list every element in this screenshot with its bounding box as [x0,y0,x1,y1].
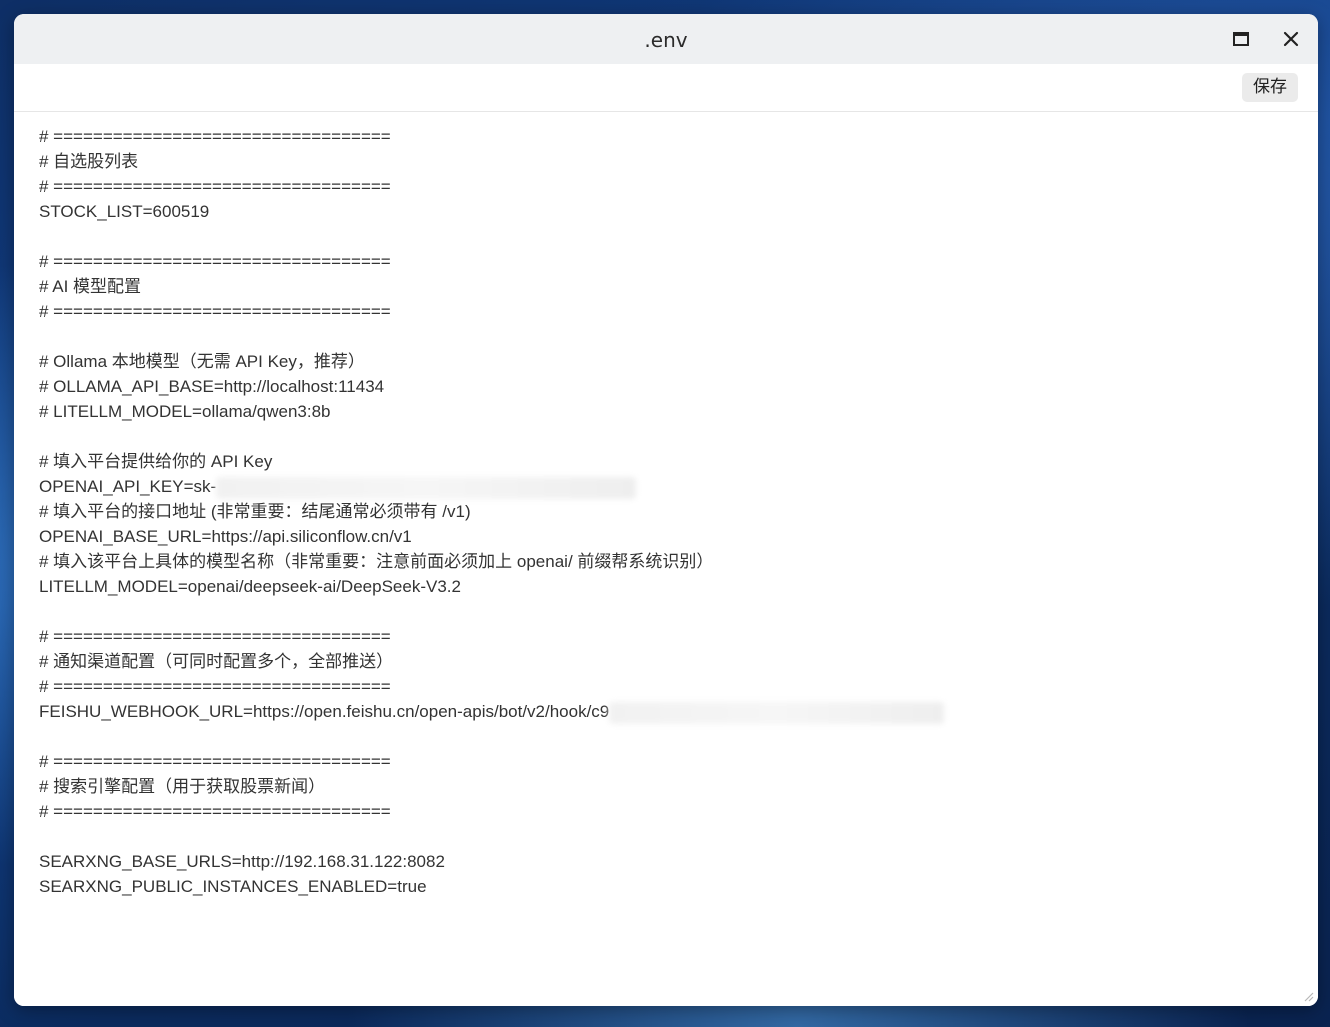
redacted-api-key [216,476,637,499]
webhook-text: FEISHU_WEBHOOK_URL=https://open.feishu.c… [39,702,610,721]
close-icon [1283,31,1299,47]
editor-line: # OLLAMA_API_BASE=http://localhost:11434 [39,377,385,396]
resize-grip-icon[interactable] [1302,990,1314,1002]
api-key-text: OPENAI_API_KEY=sk- [39,477,217,496]
editor-line: # 填入平台的接口地址 (非常重要：结尾通常必须带有 /v1) [39,502,471,521]
editor-line: # 自选股列表 [39,152,139,171]
editor-line: # ================================== [39,677,391,696]
editor-line: STOCK_LIST=600519 [39,202,210,221]
editor-line: # ================================== [39,627,391,646]
editor-line: # ================================== [39,802,391,821]
desktop-background: .env 保存 # ==============================… [0,0,1330,1027]
toolbar: 保存 [14,64,1318,112]
editor-line: # 搜索引擎配置（用于获取股票新闻） [39,777,326,796]
editor-line: # LITELLM_MODEL=ollama/qwen3:8b [39,402,331,421]
editor-line: LITELLM_MODEL=openai/deepseek-ai/DeepSee… [39,577,461,596]
editor-line: # AI 模型配置 [39,277,142,296]
editor-line: # ================================== [39,177,391,196]
editor-line: # Ollama 本地模型（无需 API Key，推荐） [39,352,365,371]
text-editor[interactable]: # ================================== # 自… [14,112,1318,1006]
editor-line: # ================================== [39,252,391,271]
env-editor-window: .env 保存 # ==============================… [14,14,1318,1006]
api-key-line: OPENAI_API_KEY=sk- [39,474,1299,499]
editor-line: # 填入平台提供给你的 API Key [39,452,273,471]
editor-line: # 填入该平台上具体的模型名称（非常重要：注意前面必须加上 openai/ 前缀… [39,552,714,571]
editor-line: # ================================== [39,127,391,146]
redacted-webhook-token [609,701,945,724]
editor-content[interactable]: # ================================== # 自… [39,124,1299,899]
webhook-line: FEISHU_WEBHOOK_URL=https://open.feishu.c… [39,699,1299,724]
editor-line: SEARXNG_BASE_URLS=http://192.168.31.122:… [39,852,445,871]
maximize-button[interactable] [1227,25,1255,53]
window-title: .env [644,28,688,52]
editor-line: # ================================== [39,752,391,771]
save-button[interactable]: 保存 [1242,73,1298,102]
editor-line: # 通知渠道配置（可同时配置多个，全部推送） [39,652,394,671]
title-bar[interactable]: .env [14,14,1318,64]
editor-line: # ================================== [39,302,391,321]
editor-line: SEARXNG_PUBLIC_INSTANCES_ENABLED=true [39,877,427,896]
close-button[interactable] [1277,25,1305,53]
maximize-icon [1233,32,1249,46]
editor-line: OPENAI_BASE_URL=https://api.siliconflow.… [39,527,412,546]
